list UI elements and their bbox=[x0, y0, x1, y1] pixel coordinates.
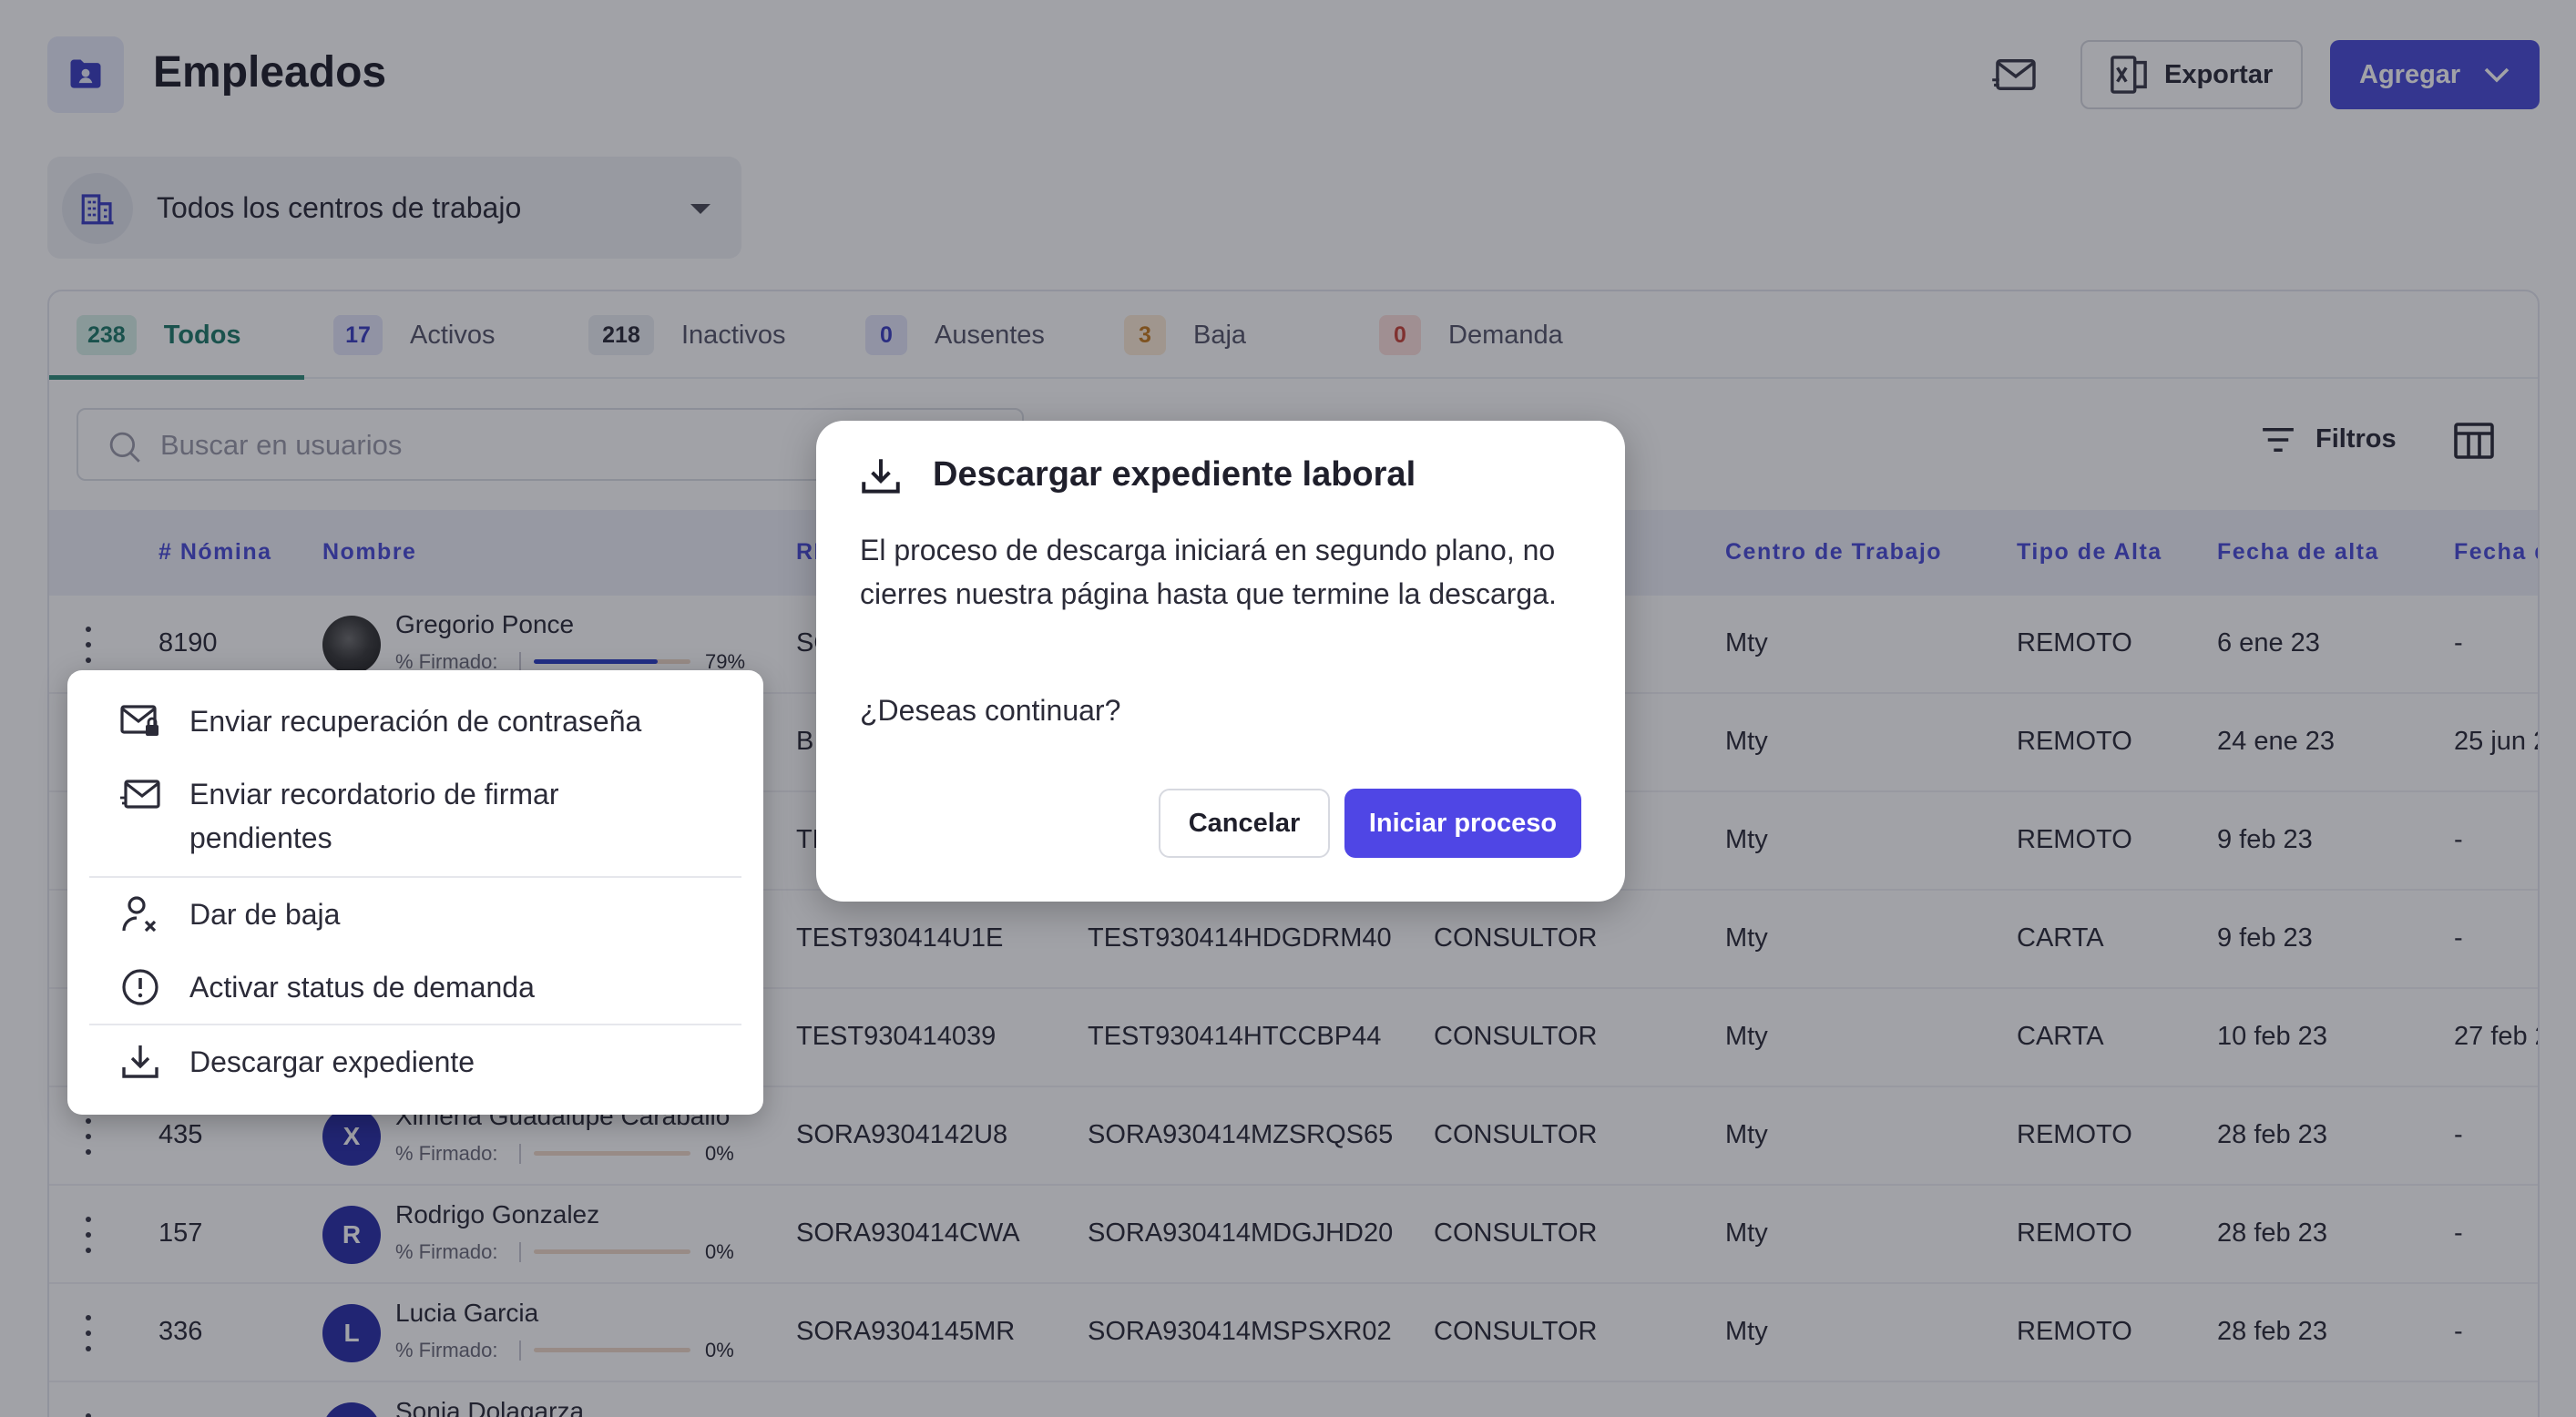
start-process-button[interactable]: Iniciar proceso bbox=[1344, 789, 1581, 858]
menu-item-demand-status[interactable]: Activar status de demanda bbox=[118, 965, 535, 1009]
menu-item-label: Enviar recordatorio de firmar pendientes bbox=[189, 778, 559, 854]
alert-circle-icon bbox=[122, 969, 158, 1005]
menu-item-sign-reminder[interactable]: Enviar recordatorio de firmar pendientes bbox=[118, 772, 665, 860]
menu-divider bbox=[89, 876, 741, 878]
menu-item-download-file[interactable]: Descargar expediente bbox=[118, 1040, 475, 1084]
download-file-dialog: Descargar expediente laboral El proceso … bbox=[816, 421, 1625, 902]
download-icon bbox=[122, 1045, 158, 1078]
user-remove-icon bbox=[122, 896, 157, 933]
menu-item-label: Enviar recuperación de contraseña bbox=[189, 705, 642, 738]
row-context-menu: Enviar recuperación de contraseña Enviar… bbox=[67, 670, 763, 1115]
menu-item-deactivate[interactable]: Dar de baja bbox=[118, 892, 340, 936]
menu-item-password-recovery[interactable]: Enviar recuperación de contraseña bbox=[118, 699, 641, 743]
download-icon bbox=[858, 454, 904, 504]
dialog-message: El proceso de descarga iniciará en segun… bbox=[860, 534, 1557, 610]
menu-item-label: Dar de baja bbox=[189, 898, 341, 931]
menu-divider bbox=[89, 1024, 741, 1025]
mail-lock-icon bbox=[120, 705, 158, 736]
cancel-button[interactable]: Cancelar bbox=[1159, 789, 1330, 858]
app: Empleados Exportar Agregar Todos los cen… bbox=[0, 0, 2576, 1417]
mail-send-icon bbox=[120, 780, 160, 809]
menu-item-label: Descargar expediente bbox=[189, 1045, 475, 1078]
dialog-question: ¿Deseas continuar? bbox=[860, 694, 1121, 727]
dialog-title: Descargar expediente laboral bbox=[933, 455, 1416, 494]
menu-item-label: Activar status de demanda bbox=[189, 971, 535, 1004]
